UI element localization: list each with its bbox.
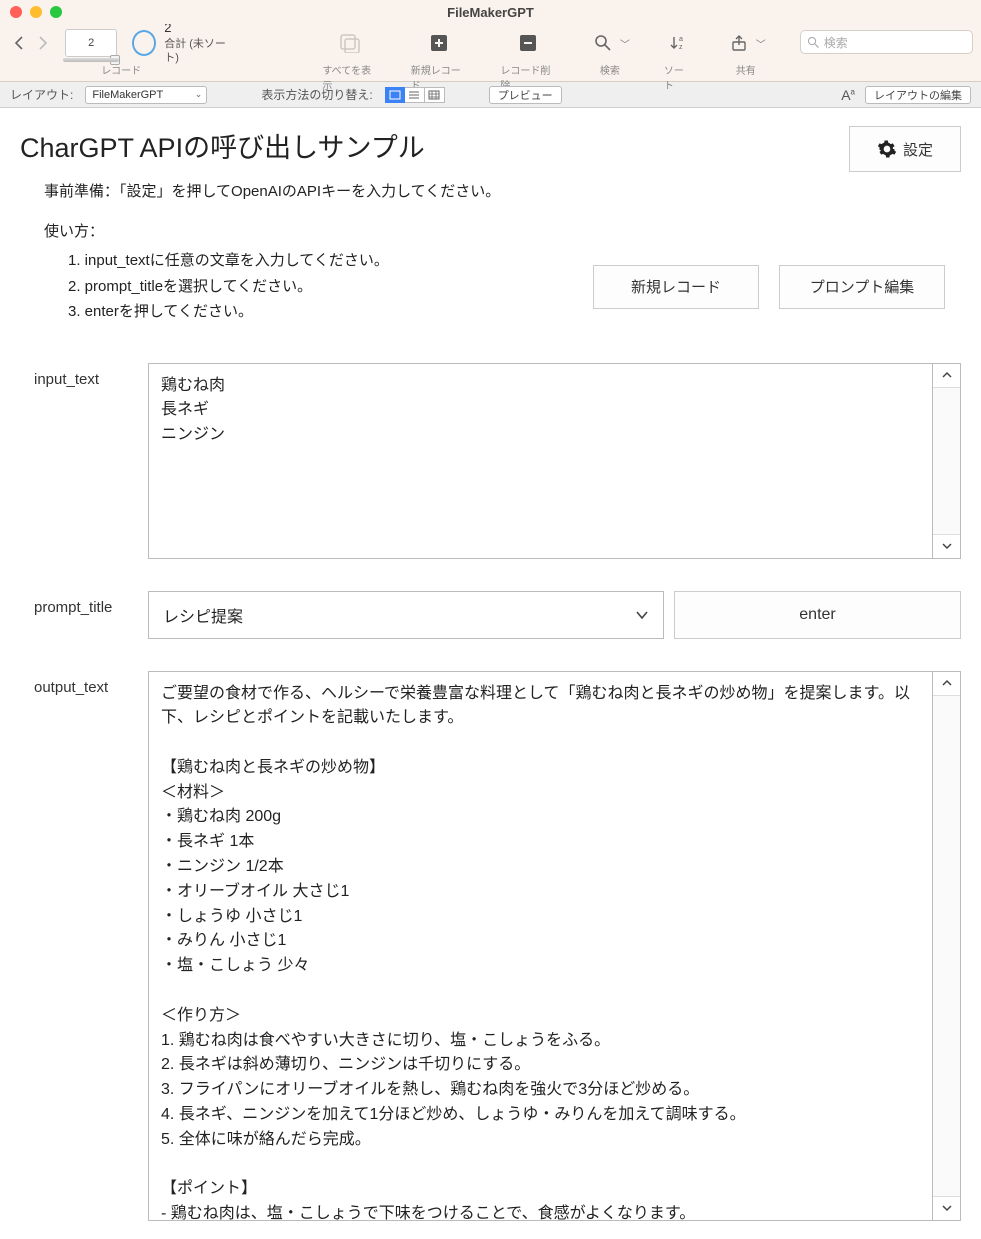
enter-button-label: enter bbox=[799, 606, 835, 624]
usage-label: 使い方： bbox=[44, 219, 961, 245]
input-text-field[interactable]: 鶏むね肉 長ネギ ニンジン bbox=[148, 363, 933, 559]
output-text-field[interactable]: ご要望の食材で作る、ヘルシーで栄養豊富な料理として「鶏むね肉と長ネギの炒め物」を… bbox=[148, 671, 933, 1221]
find-icon[interactable] bbox=[590, 30, 616, 56]
format-icon[interactable]: Aa bbox=[841, 87, 855, 103]
settings-label: 設定 bbox=[903, 139, 933, 160]
prev-record-button[interactable] bbox=[8, 29, 30, 57]
show-all-icon[interactable] bbox=[337, 30, 363, 56]
new-record-group: 新規レコード bbox=[411, 26, 467, 92]
record-pie-icon bbox=[132, 30, 156, 56]
preview-label: プレビュー bbox=[498, 87, 553, 103]
share-icon[interactable] bbox=[726, 30, 752, 56]
input-scroll bbox=[933, 363, 961, 559]
view-table-button[interactable] bbox=[425, 87, 445, 103]
svg-text:a: a bbox=[679, 36, 683, 43]
sort-group: az ソート bbox=[664, 26, 692, 92]
main-toolbar: 2 2 合計 (未ソート) レコード すべてを表示 新規レコード bbox=[0, 24, 981, 82]
new-record-button-label: 新規レコード bbox=[631, 276, 721, 297]
settings-button[interactable]: 設定 bbox=[849, 126, 961, 172]
search-icon bbox=[807, 36, 820, 49]
output-scroll bbox=[933, 671, 961, 1221]
view-form-button[interactable] bbox=[385, 87, 405, 103]
gear-icon bbox=[877, 139, 897, 159]
edit-layout-button[interactable]: レイアウトの編集 bbox=[865, 86, 971, 104]
chevron-down-icon bbox=[635, 610, 649, 620]
prompt-title-select[interactable]: レシピ提案 bbox=[148, 591, 664, 639]
output-scroll-up[interactable] bbox=[933, 672, 960, 696]
view-list-button[interactable] bbox=[405, 87, 425, 103]
share-group: ﹀ 共有 bbox=[726, 26, 766, 77]
prompt-edit-button-label: プロンプト編集 bbox=[810, 276, 915, 297]
record-total: 2 合計 (未ソート) bbox=[164, 20, 234, 65]
find-dropdown-icon[interactable]: ﹀ bbox=[620, 36, 630, 51]
prep-text: 事前準備：「設定」を押してOpenAIのAPIキーを入力してください。 bbox=[44, 179, 849, 205]
layout-bar: レイアウト: FileMakerGPT ⌄ 表示方法の切り替え: プレビュー A… bbox=[0, 82, 981, 108]
record-nav-group: 2 2 合計 (未ソート) レコード bbox=[8, 26, 234, 77]
edit-layout-label: レイアウトの編集 bbox=[874, 87, 962, 103]
sort-label: ソート bbox=[664, 62, 692, 92]
search-placeholder: 検索 bbox=[824, 34, 848, 51]
window-title: FileMakerGPT bbox=[0, 5, 981, 20]
input-scroll-up[interactable] bbox=[933, 364, 960, 388]
prompt-title-label: prompt_title bbox=[20, 591, 148, 639]
share-dropdown-icon[interactable]: ﹀ bbox=[756, 36, 766, 51]
new-record-icon[interactable] bbox=[426, 30, 452, 56]
view-switch-label: 表示方法の切り替え: bbox=[261, 86, 372, 103]
input-scroll-down[interactable] bbox=[933, 534, 960, 558]
prompt-title-value: レシピ提案 bbox=[163, 603, 243, 627]
sort-icon[interactable]: az bbox=[665, 30, 691, 56]
prompt-edit-button[interactable]: プロンプト編集 bbox=[779, 265, 945, 309]
quick-search-input[interactable]: 検索 bbox=[800, 30, 973, 54]
find-label: 検索 bbox=[600, 62, 620, 77]
page-title: CharGPT APIの呼び出しサンプル bbox=[20, 126, 849, 165]
output-text-label: output_text bbox=[20, 671, 148, 696]
chevron-down-icon: ⌄ bbox=[195, 89, 203, 100]
input-text-label: input_text bbox=[20, 363, 148, 388]
show-all-group: すべてを表示 bbox=[322, 26, 376, 92]
slider-thumb[interactable] bbox=[110, 55, 120, 65]
total-label: 合計 (未ソート) bbox=[164, 37, 234, 66]
delete-record-group: レコード削除 bbox=[500, 26, 556, 92]
content-area: CharGPT APIの呼び出しサンプル 事前準備：「設定」を押してOpenAI… bbox=[0, 108, 981, 1239]
preview-button[interactable]: プレビュー bbox=[489, 86, 562, 104]
new-record-button[interactable]: 新規レコード bbox=[593, 265, 759, 309]
titlebar: FileMakerGPT bbox=[0, 0, 981, 24]
records-group-label: レコード bbox=[101, 62, 141, 77]
layout-value: FileMakerGPT bbox=[92, 89, 163, 101]
delete-record-icon[interactable] bbox=[515, 30, 541, 56]
record-slider[interactable]: 2 bbox=[65, 29, 117, 57]
view-toggle bbox=[385, 87, 445, 103]
layout-label: レイアウト: bbox=[10, 86, 73, 103]
enter-button[interactable]: enter bbox=[674, 591, 961, 639]
output-scroll-down[interactable] bbox=[933, 1196, 960, 1220]
next-record-button[interactable] bbox=[32, 29, 54, 57]
layout-select[interactable]: FileMakerGPT ⌄ bbox=[85, 86, 207, 104]
record-number: 2 bbox=[88, 37, 94, 49]
share-label: 共有 bbox=[736, 62, 756, 77]
find-group: ﹀ 検索 bbox=[590, 26, 630, 77]
svg-text:z: z bbox=[679, 44, 683, 51]
